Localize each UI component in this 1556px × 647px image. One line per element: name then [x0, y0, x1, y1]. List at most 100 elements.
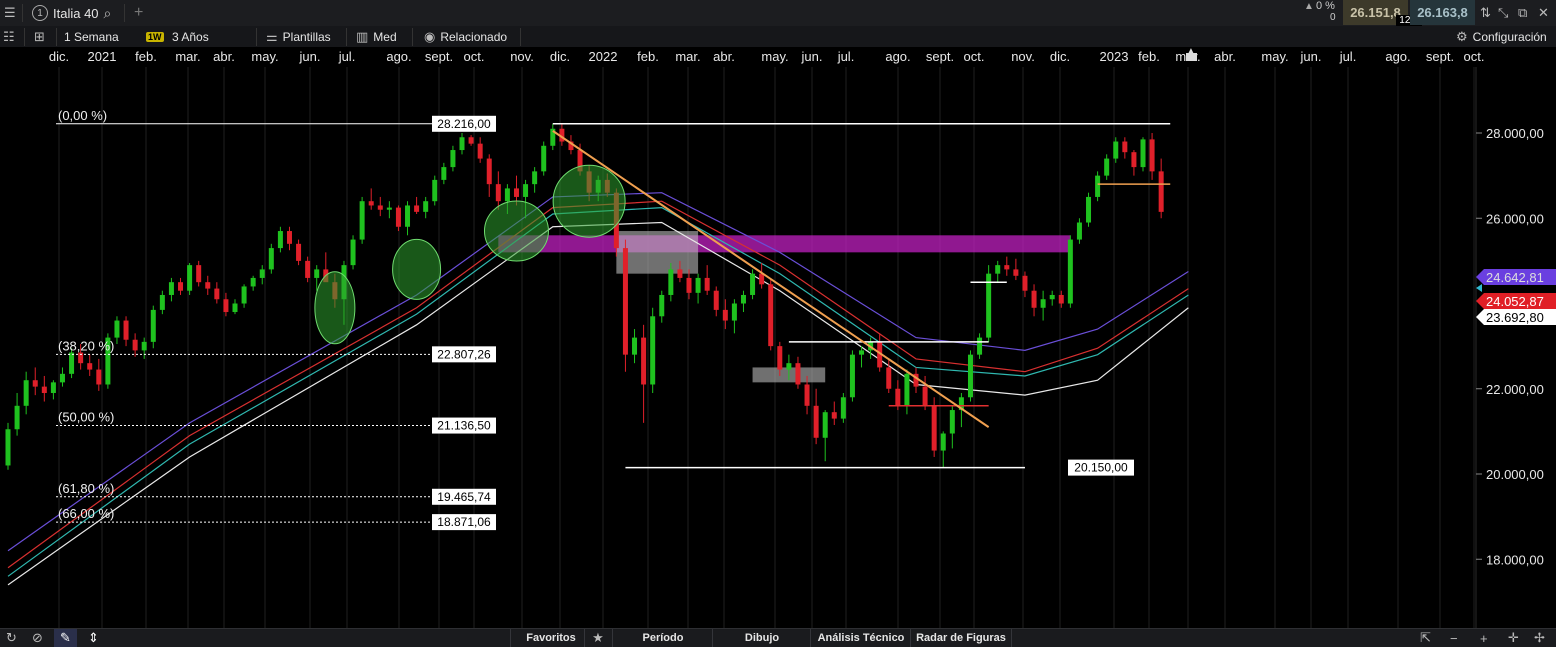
cursor-tool-button[interactable]: ⇕	[88, 629, 99, 647]
candle	[477, 143, 483, 159]
candle	[731, 303, 737, 321]
candle	[350, 239, 356, 266]
instrument-name: Italia 40	[53, 5, 99, 21]
tab-pattern-radar[interactable]: Radar de Figuras	[910, 629, 1012, 647]
candle	[214, 288, 220, 300]
candle	[1058, 294, 1064, 304]
list-icon: ☷	[3, 28, 15, 44]
highlight-ellipse	[392, 238, 442, 300]
gear-icon: ⚙	[1456, 28, 1468, 44]
candle	[940, 433, 946, 451]
expand-button[interactable]: ✢	[1534, 629, 1545, 647]
candle	[1095, 175, 1101, 197]
candle	[405, 205, 411, 227]
tab-technical-analysis[interactable]: Análisis Técnico	[810, 629, 911, 647]
candle	[995, 265, 1001, 274]
average-button[interactable]: ▥ Med	[356, 26, 397, 47]
month-label: dic.	[1049, 49, 1071, 64]
month-label: dic.	[549, 49, 571, 64]
instrument-tab[interactable]: 1 Italia 40 ⌕	[32, 0, 111, 26]
layout-button[interactable]: ⊞	[34, 26, 45, 47]
candle	[977, 337, 983, 355]
candle	[268, 248, 274, 270]
fit-button[interactable]: ⇱	[1420, 629, 1431, 647]
sort-button[interactable]: ⇅	[1480, 0, 1491, 26]
range-select[interactable]: 3 Años	[172, 26, 209, 47]
related-button[interactable]: ◉ Relacionado	[424, 26, 507, 47]
tab-period[interactable]: Período	[612, 629, 713, 647]
candle	[831, 412, 837, 419]
tab-favorites[interactable]: Favoritos	[510, 629, 591, 647]
candle	[541, 145, 547, 172]
candle	[986, 273, 992, 338]
bar-chart-icon: ▥	[356, 28, 369, 44]
candle	[486, 158, 492, 185]
candle	[504, 188, 510, 202]
tab-drawing[interactable]: Dibujo	[712, 629, 811, 647]
crosshair-button[interactable]: ✛	[1508, 629, 1519, 647]
draw-tool-button[interactable]: ✎	[54, 629, 77, 647]
candle	[886, 367, 892, 389]
ask-price-button[interactable]: 26.163,8	[1410, 0, 1475, 25]
minus-icon: −	[1450, 630, 1458, 646]
candle	[232, 303, 238, 313]
candle	[223, 299, 229, 313]
add-tab-button[interactable]: +	[134, 0, 143, 26]
settings-button[interactable]: ⚙ Configuración	[1456, 26, 1547, 47]
candle	[450, 150, 456, 168]
fibonacci-value: 18.871,06	[437, 515, 491, 529]
highlight-ellipse	[483, 200, 549, 262]
candle	[895, 388, 901, 406]
month-label: mar.	[675, 49, 701, 64]
fibonacci-value: 21.136,50	[437, 419, 491, 433]
candle	[69, 352, 75, 374]
interval-badge-button[interactable]: 1W	[146, 26, 164, 47]
search-icon[interactable]: ⌕	[104, 5, 112, 22]
candle	[632, 337, 638, 355]
divider	[520, 28, 521, 46]
fibonacci-value: 19.465,74	[437, 490, 491, 504]
menu-button[interactable]: ☰	[4, 0, 16, 26]
collapse-button[interactable]: ⤡	[1498, 0, 1508, 26]
candle	[441, 167, 447, 180]
candle	[205, 282, 211, 289]
candle	[50, 382, 56, 394]
low-value: 20.150,00	[1074, 461, 1128, 475]
time-axis: dic. 2021 feb. mar. abr. may. jun. jul. ago. sept…	[0, 46, 1556, 68]
interval-select[interactable]: 1 Semana	[64, 26, 119, 47]
chart-toolbar: ☷ ⊞ 1 Semana 1W 3 Años ⚌ Plantillas ▥ Me…	[0, 26, 1556, 48]
block-button[interactable]: ⊘	[32, 629, 43, 647]
fibonacci-value: 28.216,00	[437, 117, 491, 131]
fibonacci-percent: (66,00 %)	[58, 506, 114, 521]
candle	[1113, 141, 1119, 159]
external-window-icon: ⧉	[1518, 5, 1528, 20]
price-chart[interactable]: (0,00 %) 28.216,00 (38,20 %) 22.807,26 (50,0…	[0, 67, 1556, 628]
candle	[368, 201, 374, 206]
divider	[256, 28, 257, 46]
divider	[24, 28, 25, 46]
candle	[168, 282, 174, 295]
refresh-button[interactable]: ↻	[6, 629, 17, 647]
candle	[1040, 299, 1046, 308]
month-label: sept.	[925, 49, 955, 64]
hamburger-icon: ☰	[4, 5, 16, 20]
list-view-button[interactable]: ☷	[3, 26, 15, 47]
star-button[interactable]: ★	[584, 629, 611, 647]
zoom-in-button[interactable]: +	[1480, 629, 1488, 647]
popout-button[interactable]: ⧉	[1518, 0, 1527, 26]
candle	[96, 369, 102, 385]
templates-button[interactable]: ⚌ Plantillas	[266, 26, 331, 47]
month-label: feb.	[135, 49, 157, 64]
month-label: abr.	[1214, 49, 1236, 64]
month-label: ago.	[885, 49, 911, 64]
candle	[423, 201, 429, 212]
price-axis-label: 22.000,00	[1486, 382, 1544, 397]
close-button[interactable]: ✕	[1538, 0, 1549, 26]
candle	[849, 354, 855, 398]
technical-label: Análisis Técnico	[817, 632, 905, 644]
candle	[123, 320, 129, 340]
month-label: ago.	[1385, 49, 1411, 64]
pencil-icon: ✎	[60, 630, 71, 645]
zoom-out-button[interactable]: −	[1450, 629, 1458, 647]
candle	[1076, 222, 1082, 240]
